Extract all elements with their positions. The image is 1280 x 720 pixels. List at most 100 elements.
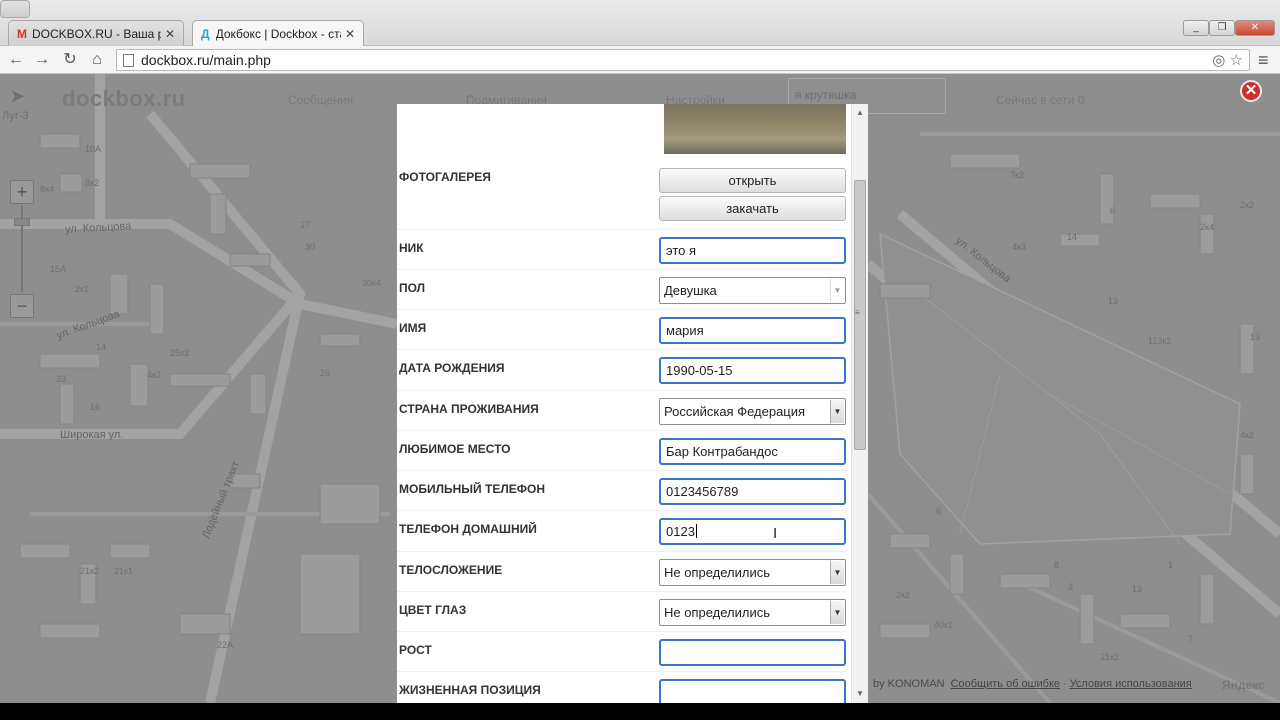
birthdate-input[interactable]: 1990-05-15	[659, 357, 846, 384]
zoom-out-button[interactable]: −	[10, 294, 34, 318]
maximize-button[interactable]: ❐	[1209, 20, 1235, 36]
house-number: 3	[1068, 582, 1074, 592]
upload-photo-button[interactable]: закачать	[659, 196, 846, 221]
field-row-gender: ПОЛ Девушка ▼	[397, 269, 847, 309]
house-number: 40к1	[934, 620, 953, 630]
home-icon[interactable]: ⌂	[87, 50, 107, 70]
house-number: 2к2	[1240, 200, 1254, 210]
tab-close-icon[interactable]: ✕	[165, 27, 175, 41]
house-number: 8к4	[40, 184, 54, 194]
tab-close-icon[interactable]: ✕	[345, 27, 355, 41]
zoom-slider-knob[interactable]	[14, 218, 30, 226]
eye-color-select[interactable]: Не определились ▼	[659, 599, 846, 626]
mobile-phone-input[interactable]: 0123456789	[659, 478, 846, 505]
mouse-ibeam-cursor-icon: I	[773, 525, 778, 542]
bottom-black-bar	[0, 703, 1280, 720]
dropdown-arrow-icon[interactable]: ▼	[830, 400, 844, 423]
reload-icon[interactable]: ↻	[60, 50, 80, 70]
field-label: МОБИЛЬНЫЙ ТЕЛЕФОН	[399, 482, 545, 496]
name-input[interactable]: мария	[659, 317, 846, 344]
field-label: ДАТА РОЖДЕНИЯ	[399, 361, 505, 375]
house-number: 21к1	[114, 566, 133, 576]
home-phone-input[interactable]: 0123	[659, 518, 846, 545]
dockbox-favicon-icon: Д	[201, 26, 210, 41]
yandex-logo: Яндекс	[1222, 678, 1265, 692]
field-label: ЦВЕТ ГЛАЗ	[399, 603, 467, 617]
report-error-link[interactable]: Сообщить об ошибке	[951, 678, 1060, 690]
close-profile-icon[interactable]: ✕	[1240, 80, 1262, 102]
nav-messages[interactable]: Сообщения	[288, 93, 353, 107]
height-input[interactable]	[659, 639, 846, 666]
house-number: 13	[1132, 584, 1143, 594]
page-content: ул. Кольцова ул. Кольцова Широкая ул. Ло…	[0, 74, 1280, 703]
panel-scrollbar[interactable]: ▲ ≡ ▼	[851, 104, 868, 703]
nick-input[interactable]: это я	[659, 237, 846, 264]
favorite-place-input[interactable]: Бар Контрабандос	[659, 438, 846, 465]
gender-select[interactable]: Девушка ▼	[659, 277, 846, 304]
house-number: 13	[1108, 296, 1119, 306]
house-number: 6	[1110, 206, 1116, 216]
profile-edit-panel: ФОТОГАЛЕРЕЯ открыть закачать НИК это я П…	[397, 104, 868, 703]
select-value: Девушка	[664, 283, 717, 298]
field-row-favorite-place: ЛЮБИМОЕ МЕСТО Бар Контрабандос	[397, 430, 847, 470]
body-type-select[interactable]: Не определились ▼	[659, 559, 846, 586]
zoom-in-button[interactable]: +	[10, 180, 34, 204]
house-number: 8	[1054, 560, 1060, 570]
house-number: 21к2	[80, 566, 99, 576]
tab-dockbox-registration[interactable]: M DOCKBOX.RU - Ваша рег ✕	[8, 20, 184, 46]
dropdown-arrow-icon[interactable]: ▼	[830, 601, 844, 624]
house-number: 4к2	[1240, 430, 1254, 440]
house-number: 7к2	[1010, 170, 1024, 180]
field-row-body-type: ТЕЛОСЛОЖЕНИЕ Не определились ▼	[397, 551, 847, 591]
tab-dockbox-main[interactable]: Д Докбокс | Dockbox - стан ✕	[192, 20, 364, 46]
field-label: РОСТ	[399, 643, 432, 657]
house-number: 8к2	[85, 178, 99, 188]
chrome-menu-icon[interactable]: ≡	[1258, 50, 1269, 71]
browser-toolbar: ← → ↻ ⌂ dockbox.ru/main.php ◎ ☆	[0, 46, 1280, 74]
house-number: 2к4	[1200, 222, 1214, 232]
text-caret	[695, 524, 697, 538]
tab-title: Докбокс | Dockbox - стан	[215, 26, 341, 41]
dropdown-arrow-icon[interactable]: ▼	[830, 561, 844, 584]
house-number: 27	[300, 220, 311, 230]
scroll-up-icon[interactable]: ▲	[852, 106, 868, 120]
address-bar[interactable]: dockbox.ru/main.php ◎ ☆	[116, 49, 1250, 71]
new-tab-button[interactable]	[0, 0, 30, 18]
select-value: Не определились	[664, 565, 771, 580]
house-number: 4к3	[1012, 242, 1026, 252]
country-select[interactable]: Российская Федерация ▼	[659, 398, 846, 425]
house-number: 4к2	[147, 370, 161, 380]
window-close-button[interactable]: ✕	[1235, 20, 1275, 36]
minimize-button[interactable]: _	[1183, 20, 1209, 36]
field-row-home-phone: ТЕЛЕФОН ДОМАШНИЙ 0123 I	[397, 510, 847, 550]
field-label: ЖИЗНЕННАЯ ПОЗИЦИЯ	[399, 683, 541, 697]
online-counter: Сейчас в сети 0	[996, 93, 1085, 107]
field-row-life-position: ЖИЗНЕННАЯ ПОЗИЦИЯ	[397, 671, 847, 703]
tab-title: DOCKBOX.RU - Ваша рег	[32, 26, 161, 41]
house-number: 22A	[217, 640, 234, 650]
field-label: ЛЮБИМОЕ МЕСТО	[399, 442, 511, 456]
map-footer: by KONOMAN Сообщить об ошибке · Условия ис…	[873, 678, 1192, 690]
scroll-down-icon[interactable]: ▼	[852, 687, 868, 701]
dropdown-arrow-icon[interactable]: ▼	[830, 279, 844, 302]
url-text: dockbox.ru/main.php	[141, 52, 271, 68]
gallery-label: ФОТОГАЛЕРЕЯ	[399, 170, 491, 184]
field-label: СТРАНА ПРОЖИВАНИЯ	[399, 402, 539, 416]
terms-link[interactable]: Условия использования	[1070, 678, 1192, 690]
bookmark-star-icon[interactable]: ◎ ☆	[1212, 51, 1243, 69]
field-label: НИК	[399, 241, 424, 255]
scroll-grip-icon: ≡	[855, 308, 860, 317]
site-logo[interactable]: dockbox.ru	[62, 86, 186, 112]
house-number: 30	[305, 242, 316, 252]
life-position-input[interactable]	[659, 679, 846, 703]
locate-arrow-icon[interactable]: ➤	[10, 86, 25, 107]
open-gallery-button[interactable]: открыть	[659, 168, 846, 193]
back-icon[interactable]: ←	[6, 50, 26, 70]
forward-icon[interactable]: →	[32, 50, 52, 70]
house-number: 10A	[85, 144, 102, 154]
house-number: 6	[936, 506, 942, 516]
field-row-birthdate: ДАТА РОЖДЕНИЯ 1990-05-15	[397, 349, 847, 389]
house-number: 2к1	[75, 284, 89, 294]
house-number: 30к4	[362, 278, 381, 288]
profile-photo[interactable]	[664, 104, 846, 154]
